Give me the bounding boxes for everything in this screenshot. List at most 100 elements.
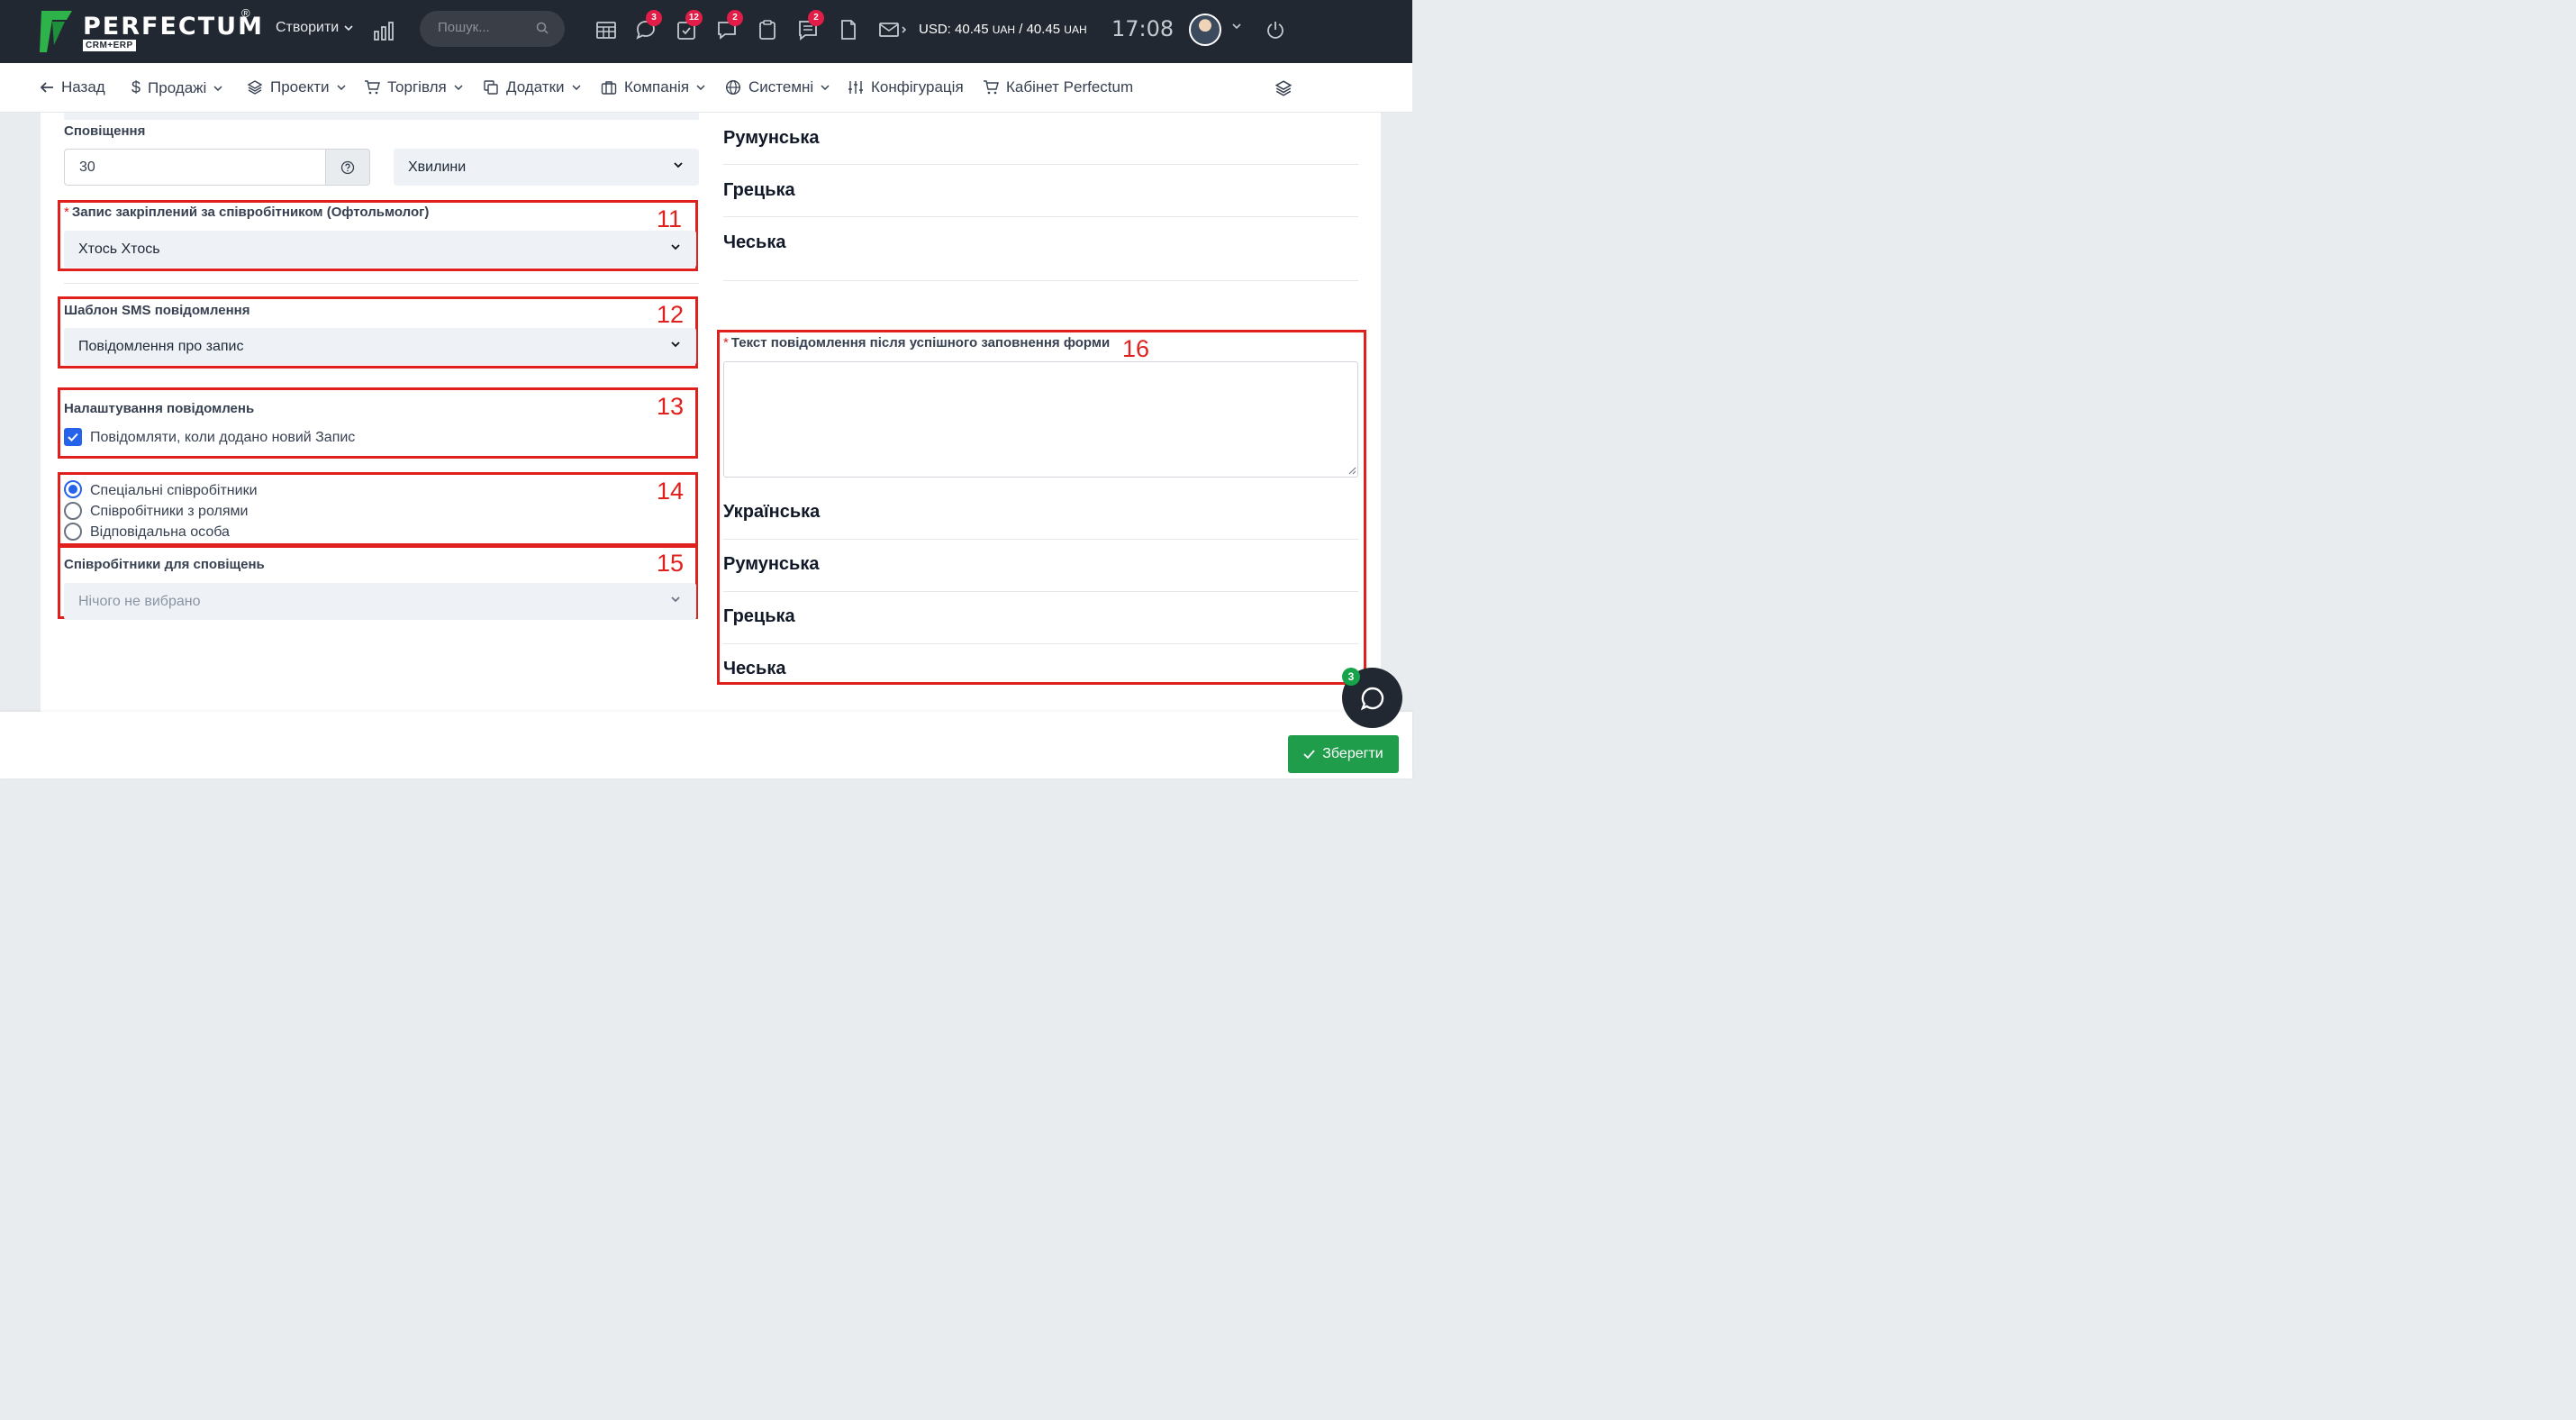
chevron-down-icon bbox=[336, 85, 346, 90]
tasks-notifications[interactable]: 12 bbox=[676, 10, 703, 41]
notify-new-record-checkbox[interactable] bbox=[64, 428, 82, 446]
comments-notifications[interactable]: 2 bbox=[716, 10, 743, 41]
radio-responsible-person-label: Відповідальна особа bbox=[90, 524, 230, 540]
mail-icon[interactable] bbox=[878, 18, 909, 41]
assigned-employee-label-text: Запис закріплений за співробітником (Офт… bbox=[71, 205, 430, 220]
assigned-employee-value: Хтось Хтось bbox=[78, 241, 160, 257]
annotation-number-15: 15 bbox=[657, 550, 685, 577]
form-footer bbox=[0, 712, 1412, 778]
language-tab-greek[interactable]: Грецька bbox=[723, 180, 795, 201]
chevron-down-icon bbox=[696, 85, 705, 90]
notify-settings-label: Налаштування повідомлень bbox=[64, 401, 255, 416]
question-circle-icon bbox=[340, 160, 355, 174]
calendar-table-icon[interactable] bbox=[595, 18, 617, 41]
check-icon bbox=[68, 432, 78, 441]
radio-special-employees[interactable] bbox=[64, 480, 82, 498]
save-button-label: Зберегти bbox=[1322, 746, 1383, 761]
sms-template-label: Шаблон SMS повідомлення bbox=[64, 303, 250, 318]
notification-label: Сповіщення bbox=[64, 123, 146, 139]
language-tab-czech-2[interactable]: Чеська bbox=[723, 659, 785, 679]
currency-unit-2: UAH bbox=[1064, 23, 1087, 36]
resize-grip-icon[interactable] bbox=[1348, 467, 1356, 475]
chat-notifications[interactable]: 3 bbox=[635, 10, 662, 41]
annotation-number-13: 13 bbox=[657, 393, 685, 420]
comments-badge: 2 bbox=[727, 10, 743, 26]
check-icon bbox=[1303, 750, 1315, 759]
divider bbox=[723, 591, 1358, 592]
currency-unit-1: UAH bbox=[992, 23, 1016, 36]
notification-unit-select[interactable]: Хвилини bbox=[394, 149, 699, 186]
language-tab-ukrainian[interactable]: Українська bbox=[723, 502, 820, 523]
messages-notifications[interactable]: 2 bbox=[797, 10, 824, 41]
radio-responsible-person[interactable] bbox=[64, 523, 82, 541]
language-tab-romanian[interactable]: Румунська bbox=[723, 128, 819, 149]
annotation-number-11: 11 bbox=[657, 205, 683, 232]
notify-staff-label: Співробітники для сповіщень bbox=[64, 557, 265, 572]
nav-trade-label: Торгівля bbox=[387, 78, 447, 96]
create-menu-button[interactable]: Створити bbox=[276, 20, 353, 36]
notify-staff-placeholder: Нічого не вибрано bbox=[78, 593, 201, 609]
create-label: Створити bbox=[276, 20, 340, 35]
nav-system[interactable]: Системні bbox=[725, 78, 830, 96]
notification-minutes-input[interactable] bbox=[64, 149, 326, 186]
currency-sep: / 40.45 bbox=[1019, 22, 1061, 37]
layers-toggle-icon[interactable] bbox=[1274, 79, 1293, 97]
bar-chart-icon[interactable] bbox=[373, 20, 395, 41]
nav-back[interactable]: Назад bbox=[40, 78, 105, 96]
annotation-number-14: 14 bbox=[657, 478, 685, 505]
chevron-down-icon bbox=[454, 85, 463, 90]
nav-sales[interactable]: $ Продажі bbox=[132, 78, 222, 97]
chevron-down-icon[interactable] bbox=[1232, 23, 1241, 29]
divider bbox=[723, 643, 1358, 644]
chevron-down-icon bbox=[344, 25, 353, 31]
power-icon[interactable] bbox=[1265, 20, 1285, 40]
language-tab-romanian-2[interactable]: Румунська bbox=[723, 554, 819, 575]
search-icon[interactable] bbox=[536, 22, 549, 34]
document-icon[interactable] bbox=[838, 18, 859, 41]
logo-text: PERFECTUM bbox=[83, 13, 264, 41]
nav-projects[interactable]: Проекти bbox=[247, 78, 346, 96]
chevron-down-icon bbox=[571, 85, 581, 90]
nav-trade[interactable]: Торгівля bbox=[364, 78, 463, 96]
nav-addons[interactable]: Додатки bbox=[483, 78, 581, 96]
chevron-down-icon bbox=[674, 162, 683, 168]
logo-registered: ® bbox=[241, 6, 250, 20]
clock: 17:08 bbox=[1111, 16, 1175, 41]
nav-config[interactable]: Конфігурація bbox=[848, 78, 964, 96]
assigned-employee-select[interactable]: Хтось Хтось bbox=[64, 231, 696, 268]
dollar-icon: $ bbox=[132, 78, 141, 96]
success-text-label-text: Текст повідомлення після успішного запов… bbox=[730, 335, 1111, 350]
language-tab-greek-2[interactable]: Грецька bbox=[723, 606, 795, 627]
nav-cabinet[interactable]: Кабінет Perfectum bbox=[983, 78, 1133, 96]
save-button[interactable]: Зберегти bbox=[1288, 735, 1399, 773]
radio-role-employees[interactable] bbox=[64, 502, 82, 520]
required-marker: * bbox=[64, 205, 69, 220]
clipboard-icon[interactable] bbox=[757, 18, 778, 41]
success-text-textarea[interactable] bbox=[723, 361, 1358, 478]
search-box[interactable] bbox=[420, 11, 565, 47]
tasks-badge: 12 bbox=[685, 10, 703, 26]
arrow-left-icon bbox=[40, 82, 53, 93]
currency-rate: USD: 40.45 UAH / 40.45 UAH bbox=[919, 22, 1087, 37]
notify-new-record-label: Повідомляти, коли додано новий Запис bbox=[90, 430, 356, 445]
required-marker: * bbox=[723, 335, 729, 350]
nav-sales-label: Продажі bbox=[148, 78, 207, 96]
annotation-box-13 bbox=[58, 387, 698, 459]
messages-badge: 2 bbox=[808, 10, 824, 26]
chat-badge: 3 bbox=[646, 10, 662, 26]
nav-system-label: Системні bbox=[748, 78, 814, 96]
logo-subtitle: CRM+ERP bbox=[83, 40, 136, 51]
search-input[interactable] bbox=[438, 20, 537, 35]
chevron-down-icon bbox=[213, 85, 222, 91]
user-avatar[interactable] bbox=[1189, 14, 1221, 46]
currency-main: USD: 40.45 bbox=[919, 22, 989, 37]
chevron-down-icon bbox=[671, 341, 680, 348]
logo[interactable]: PERFECTUM ® CRM+ERP bbox=[40, 6, 262, 56]
notify-staff-select[interactable]: Нічого не вибрано bbox=[64, 583, 696, 620]
language-tab-czech[interactable]: Чеська bbox=[723, 232, 785, 253]
nav-company[interactable]: Компанія bbox=[601, 78, 705, 96]
help-addon[interactable] bbox=[325, 149, 370, 186]
success-text-label: * Текст повідомлення після успішного запо… bbox=[723, 335, 1110, 350]
sms-template-select[interactable]: Повідомлення про запис bbox=[64, 328, 696, 365]
logo-mark-icon bbox=[40, 11, 72, 52]
